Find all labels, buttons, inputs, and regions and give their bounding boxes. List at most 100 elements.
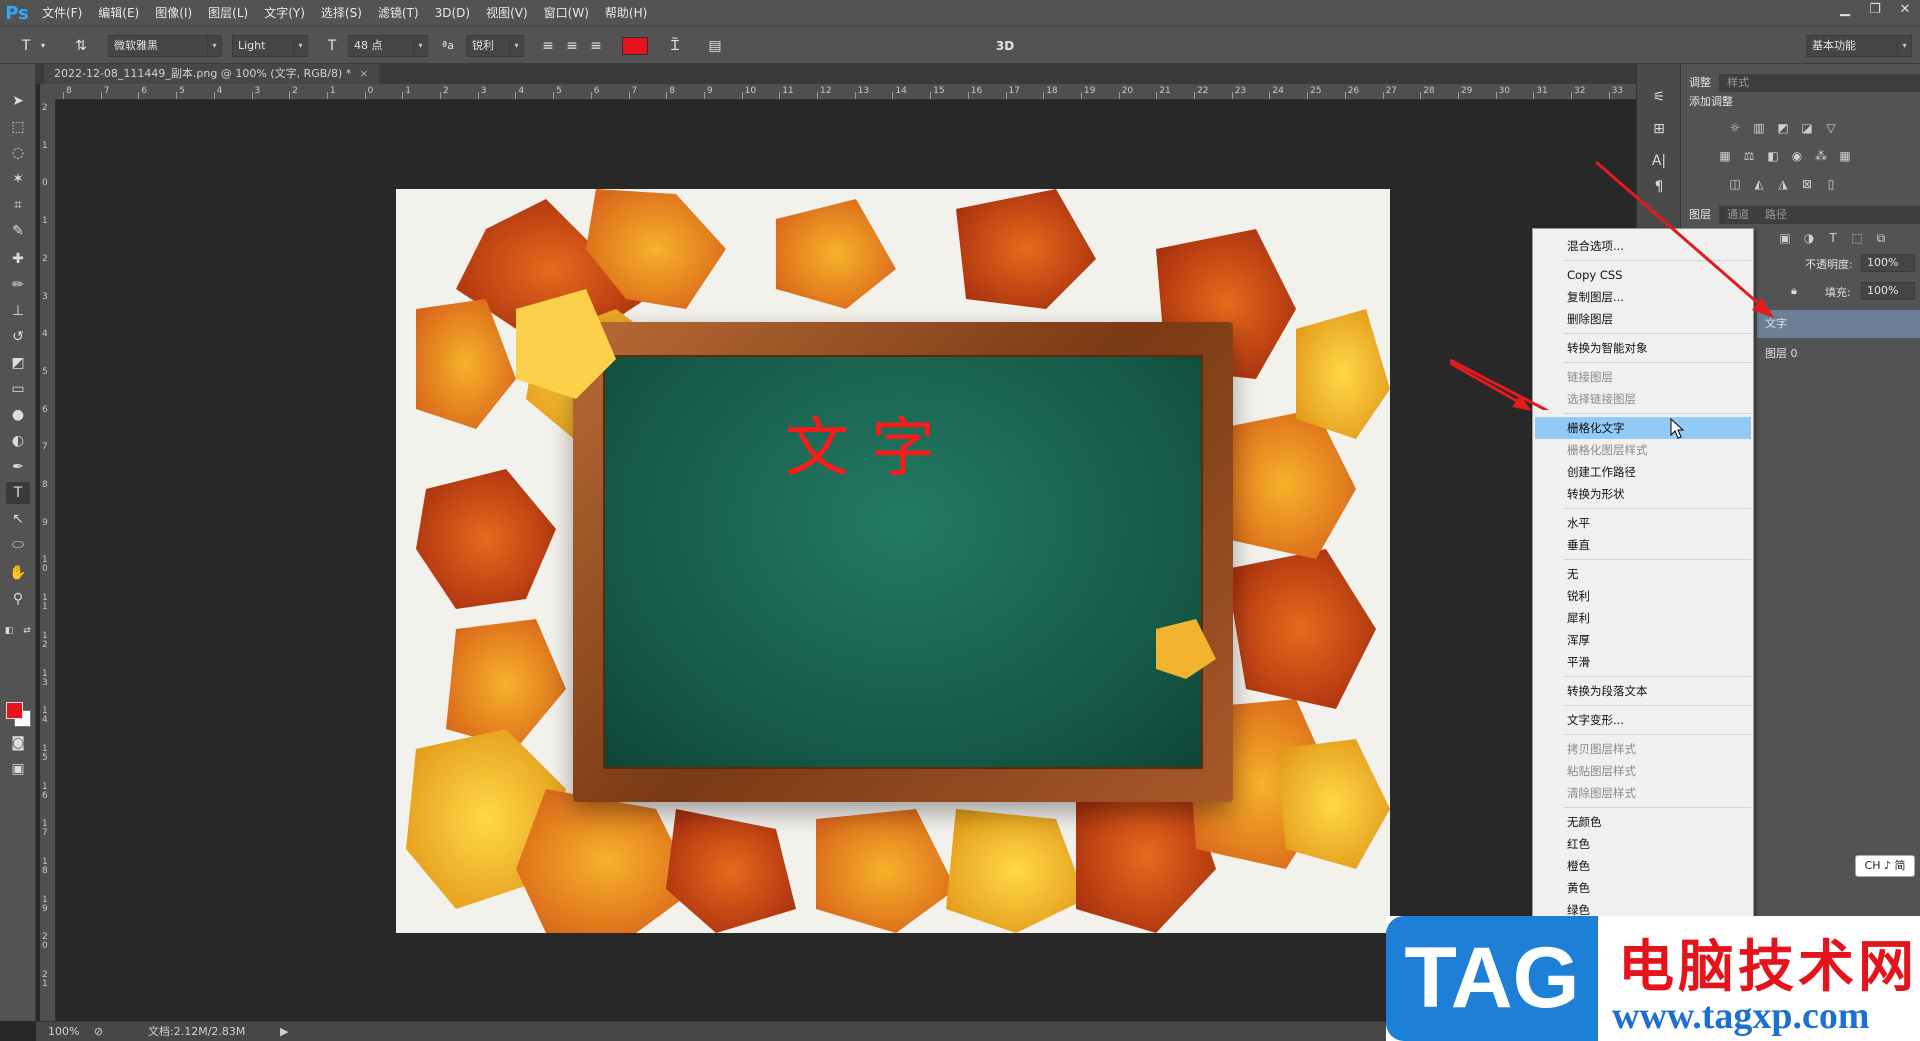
- status-info-icon[interactable]: ⊘: [94, 1022, 103, 1041]
- move-tool-icon[interactable]: ➤: [6, 90, 30, 112]
- context-menu-item[interactable]: 犀利: [1533, 607, 1753, 629]
- gradient-tool-icon[interactable]: ▭: [6, 378, 30, 400]
- stamp-tool-icon[interactable]: ⊥: [6, 300, 30, 322]
- context-menu-item[interactable]: 无: [1533, 563, 1753, 585]
- toggle-orientation-icon[interactable]: ⇅: [70, 35, 92, 57]
- blur-tool-icon[interactable]: ●: [6, 404, 30, 426]
- healing-brush-icon[interactable]: ✚: [6, 248, 30, 270]
- screen-mode-icon[interactable]: ▣: [6, 758, 30, 780]
- context-menu-item[interactable]: 橙色: [1533, 855, 1753, 877]
- close-icon[interactable]: ✕: [1890, 0, 1920, 22]
- lasso-tool-icon[interactable]: ◌: [6, 142, 30, 164]
- font-style-dropdown[interactable]: Light ▾: [232, 35, 308, 57]
- menu-item[interactable]: 窗口(W): [536, 0, 597, 26]
- ellipse-tool-icon[interactable]: ⬭: [6, 534, 30, 556]
- zoom-level[interactable]: 100%: [48, 1022, 79, 1041]
- context-menu-item[interactable]: 黄色: [1533, 877, 1753, 899]
- channel-mixer-icon[interactable]: ⁂: [1813, 148, 1829, 164]
- quick-mask-icon[interactable]: ◙: [6, 732, 30, 754]
- workspace-dropdown[interactable]: 基本功能 ▾: [1806, 35, 1912, 57]
- curves-icon[interactable]: ◩: [1775, 120, 1791, 136]
- selective-color-icon[interactable]: ▯: [1823, 176, 1839, 192]
- properties-panel-icon[interactable]: ⊞: [1647, 118, 1671, 140]
- marquee-tool-icon[interactable]: ⬚: [6, 116, 30, 138]
- font-size-dropdown[interactable]: 48 点 ▾: [348, 35, 428, 57]
- exposure-icon[interactable]: ◪: [1799, 120, 1815, 136]
- document-image[interactable]: 文字: [396, 189, 1390, 933]
- brightness-icon[interactable]: ☼: [1727, 120, 1743, 136]
- tab-styles[interactable]: 样式: [1719, 74, 1757, 92]
- default-colors-icon[interactable]: ◧: [4, 620, 14, 642]
- context-menu-item[interactable]: 浑厚: [1533, 629, 1753, 651]
- dodge-tool-icon[interactable]: ◐: [6, 430, 30, 452]
- context-menu-item[interactable]: 转换为形状: [1533, 483, 1753, 505]
- filter-smart-icon[interactable]: ⧉: [1873, 230, 1889, 246]
- context-menu-item[interactable]: 转换为段落文本: [1533, 680, 1753, 702]
- menu-item[interactable]: 图像(I): [147, 0, 200, 26]
- photo-filter-icon[interactable]: ◉: [1789, 148, 1805, 164]
- align-center-icon[interactable]: ≡: [562, 35, 582, 57]
- close-tab-icon[interactable]: ×: [359, 67, 368, 80]
- hand-tool-icon[interactable]: ✋: [6, 562, 30, 584]
- eyedropper-icon[interactable]: ✎: [6, 220, 30, 242]
- layer-row-background[interactable]: 图层 0: [1757, 340, 1920, 368]
- context-menu-item[interactable]: 锐利: [1533, 585, 1753, 607]
- pen-tool-icon[interactable]: ✒: [6, 456, 30, 478]
- crop-tool-icon[interactable]: ⌗: [6, 194, 30, 216]
- antialias-dropdown[interactable]: 锐利 ▾: [466, 35, 524, 57]
- history-panel-icon[interactable]: ⚟: [1647, 86, 1671, 108]
- type-tool-icon[interactable]: T: [6, 482, 30, 504]
- text-layer-content[interactable]: 文字: [785, 397, 957, 489]
- menu-item[interactable]: 文件(F): [34, 0, 90, 26]
- menu-item[interactable]: 编辑(E): [90, 0, 147, 26]
- context-menu-item[interactable]: 创建工作路径: [1533, 461, 1753, 483]
- menu-item[interactable]: 选择(S): [313, 0, 370, 26]
- menu-item[interactable]: 视图(V): [478, 0, 536, 26]
- menu-item[interactable]: 文字(Y): [256, 0, 313, 26]
- menu-item[interactable]: 图层(L): [200, 0, 256, 26]
- context-menu-item[interactable]: 栅格化文字: [1535, 417, 1751, 439]
- type-tool-icon[interactable]: T: [14, 35, 38, 57]
- filter-shape-icon[interactable]: ⬚: [1849, 230, 1865, 246]
- context-menu-item[interactable]: 平滑: [1533, 651, 1753, 673]
- restore-icon[interactable]: ❐: [1860, 0, 1890, 22]
- tab-adjustments[interactable]: 调整: [1681, 74, 1719, 92]
- magic-wand-icon[interactable]: ✶: [6, 168, 30, 190]
- path-selection-icon[interactable]: ↖: [6, 508, 30, 530]
- context-menu-item[interactable]: 水平: [1533, 512, 1753, 534]
- eraser-tool-icon[interactable]: ◩: [6, 352, 30, 374]
- align-left-icon[interactable]: ≡: [538, 35, 558, 57]
- context-menu-item[interactable]: 垂直: [1533, 534, 1753, 556]
- swap-colors-icon[interactable]: ⇄: [22, 620, 32, 642]
- minimize-icon[interactable]: ▁: [1830, 0, 1860, 22]
- 3d-mode-label[interactable]: 3D: [990, 35, 1020, 57]
- context-menu-item[interactable]: 无颜色: [1533, 811, 1753, 833]
- document-tab[interactable]: 2022-12-08_111449_副本.png @ 100% (文字, RGB…: [44, 64, 379, 84]
- foreground-color-swatch[interactable]: [6, 702, 23, 719]
- filter-type-icon[interactable]: T: [1825, 230, 1841, 246]
- menu-item[interactable]: 滤镜(T): [370, 0, 427, 26]
- ime-indicator[interactable]: CH ♪ 简: [1855, 855, 1915, 877]
- character-panel-icon[interactable]: ▤: [704, 35, 726, 57]
- menu-item[interactable]: 3D(D): [427, 0, 478, 26]
- context-menu-item[interactable]: 红色: [1533, 833, 1753, 855]
- tool-preset-arrow-icon[interactable]: ▾: [38, 35, 48, 57]
- menu-item[interactable]: 帮助(H): [597, 0, 655, 26]
- gradient-map-icon[interactable]: ⊠: [1799, 176, 1815, 192]
- opacity-field[interactable]: 100%: [1861, 254, 1915, 272]
- color-lookup-icon[interactable]: ▦: [1837, 148, 1853, 164]
- brush-tool-icon[interactable]: ✏: [6, 274, 30, 296]
- context-menu-item[interactable]: 文字变形...: [1533, 709, 1753, 731]
- status-menu-arrow-icon[interactable]: ▶: [280, 1022, 288, 1041]
- levels-icon[interactable]: ▥: [1751, 120, 1767, 136]
- align-right-icon[interactable]: ≡: [586, 35, 606, 57]
- zoom-tool-icon[interactable]: ⚲: [6, 588, 30, 610]
- font-family-dropdown[interactable]: 微软雅黑 ▾: [108, 35, 222, 57]
- filter-adjustment-icon[interactable]: ◑: [1801, 230, 1817, 246]
- lock-icon[interactable]: 🔒︎: [1791, 284, 1797, 298]
- canvas-area[interactable]: 文字: [56, 100, 1636, 1022]
- history-brush-icon[interactable]: ↺: [6, 326, 30, 348]
- fill-field[interactable]: 100%: [1861, 282, 1915, 300]
- vibrance-icon[interactable]: ▽: [1823, 120, 1839, 136]
- layer-row-text[interactable]: 文字: [1757, 310, 1920, 338]
